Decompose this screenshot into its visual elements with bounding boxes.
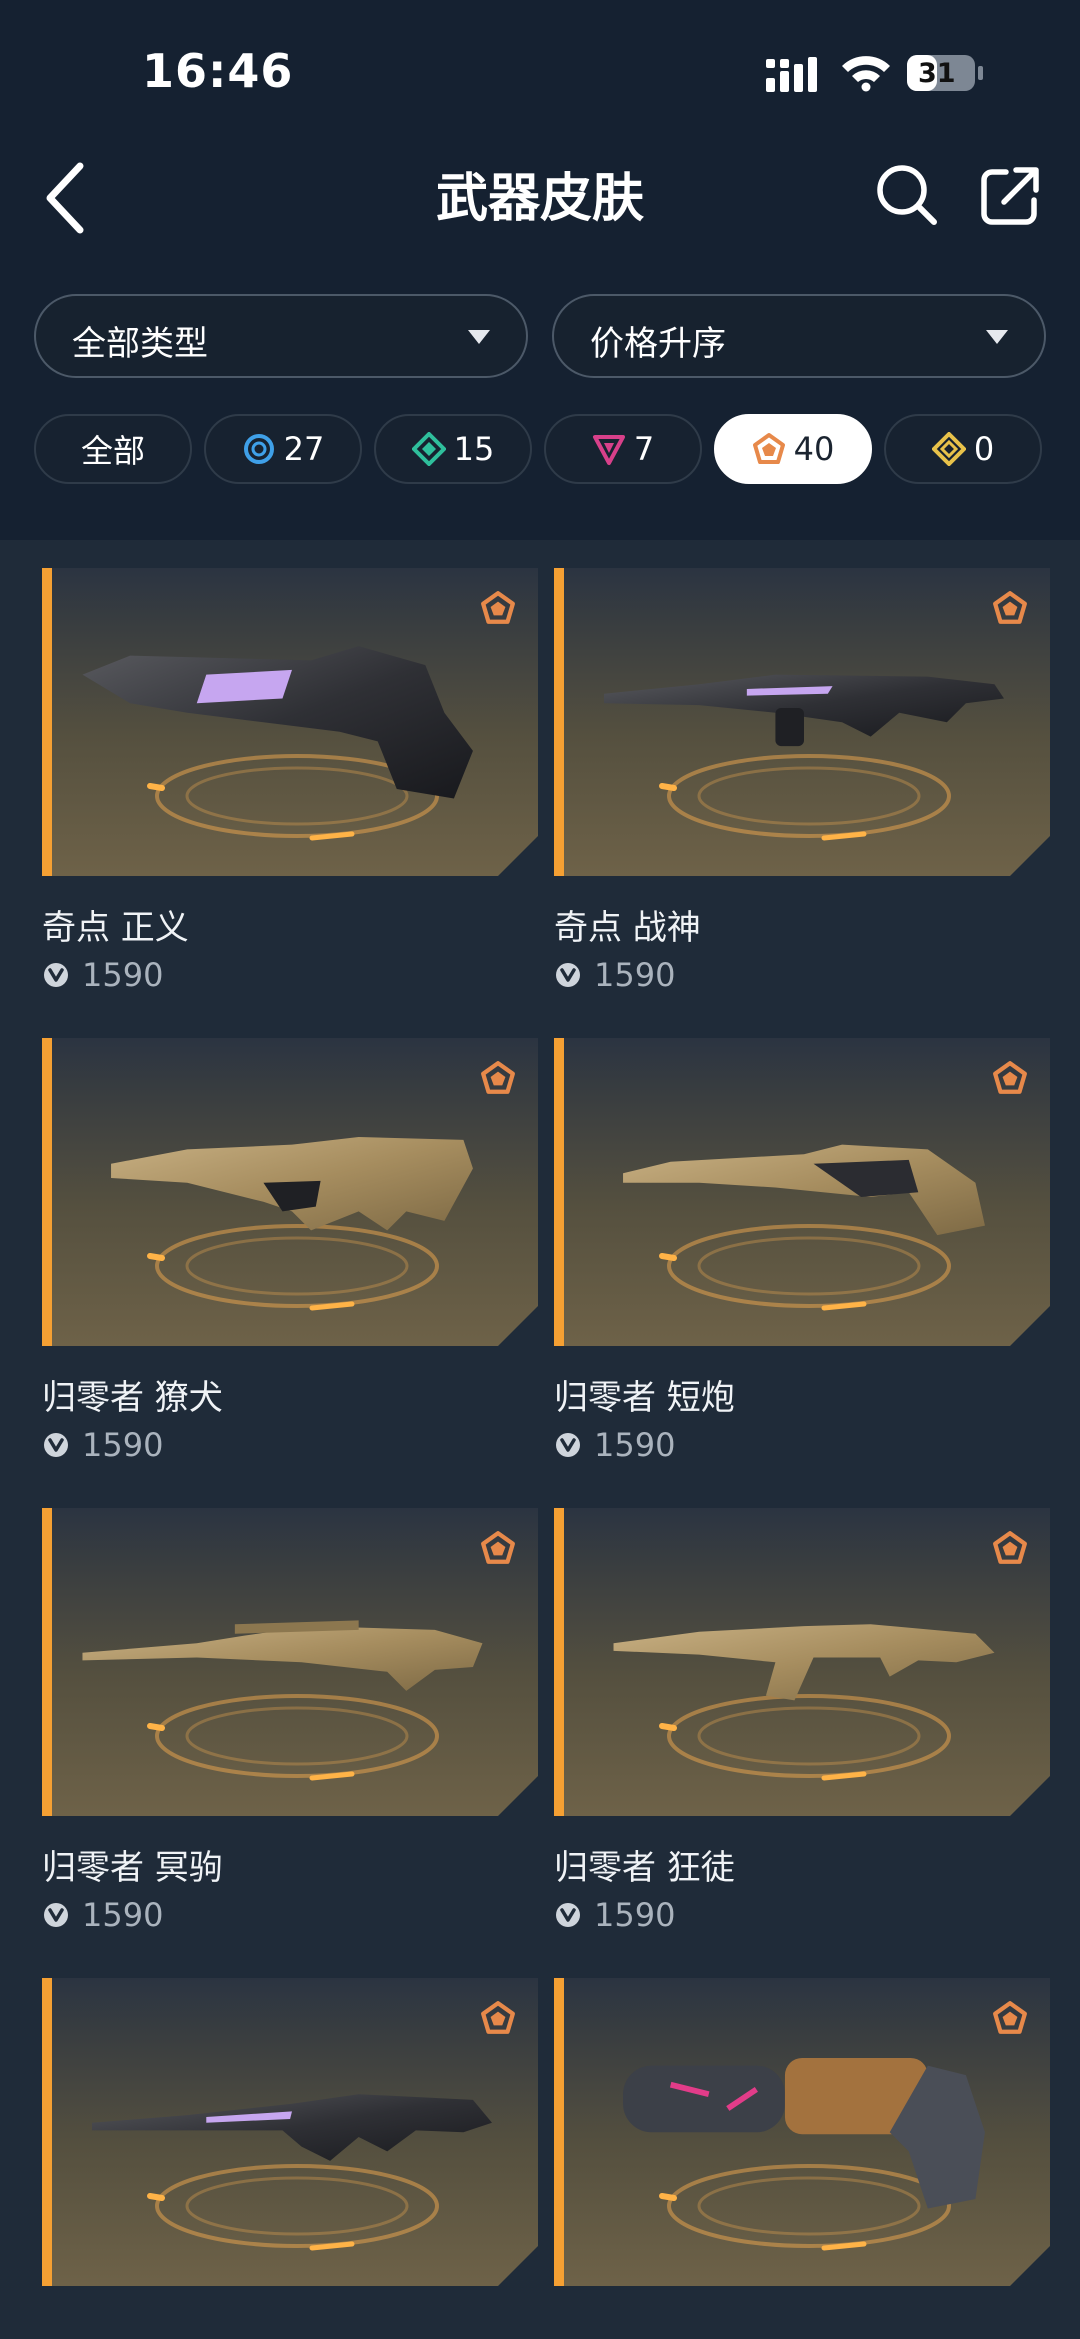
skin-price: 1590 [554, 1896, 675, 1934]
rarity-stripe [42, 1038, 52, 1346]
sort-dropdown[interactable]: 价格升序 [552, 294, 1046, 378]
skin-card[interactable] [554, 1508, 1050, 1816]
exclusive-tier-icon [752, 433, 785, 464]
tier-chip-label: 0 [973, 430, 995, 468]
tier-chip-all[interactable]: 全部 [34, 414, 192, 484]
ultra-tier-icon [931, 432, 966, 466]
wifi-icon [842, 56, 890, 92]
nav-bar: 武器皮肤 [0, 140, 1080, 260]
tier-chip-select[interactable]: 27 [204, 414, 362, 484]
chevron-down-icon [468, 330, 490, 344]
sort-label: 价格升序 [590, 324, 726, 364]
vp-currency-icon [44, 1903, 68, 1927]
type-filter-dropdown[interactable]: 全部类型 [34, 294, 528, 378]
select-tier-icon [243, 434, 274, 464]
vp-currency-icon [556, 1903, 580, 1927]
vp-currency-icon [556, 1433, 580, 1457]
rarity-stripe [554, 568, 564, 876]
skin-card[interactable] [42, 1978, 538, 2286]
vp-currency-icon [556, 963, 580, 987]
skin-price: 1590 [42, 956, 163, 994]
search-icon[interactable] [872, 160, 942, 230]
vp-currency-icon [44, 963, 68, 987]
skin-price-value: 1590 [82, 956, 164, 994]
skin-name: 归零者 狂徒 [554, 1848, 735, 1888]
weapon-skin-image [613, 1624, 995, 1701]
skin-price: 1590 [554, 956, 675, 994]
tier-chip-label: 7 [633, 430, 655, 468]
skin-price-value: 1590 [82, 1896, 164, 1934]
rarity-stripe [554, 1978, 564, 2286]
cellular-signal-icon [766, 57, 817, 92]
tier-chip-label: 40 [793, 430, 835, 468]
rarity-stripe [42, 1508, 52, 1816]
tier-chip-premium[interactable]: 7 [544, 414, 702, 484]
vp-currency-icon [44, 1433, 68, 1457]
weapon-skin-image [623, 1144, 985, 1236]
skin-price-value: 1590 [82, 1426, 164, 1464]
skin-card[interactable] [554, 1978, 1050, 2286]
skin-price: 1590 [554, 1426, 675, 1464]
skin-name: 归零者 冥驹 [42, 1848, 223, 1888]
tier-chip-label: 15 [453, 430, 495, 468]
skin-card[interactable] [554, 1038, 1050, 1346]
skin-price-value: 1590 [594, 1426, 676, 1464]
skin-name: 归零者 短炮 [554, 1378, 735, 1418]
battery-indicator: 31 [906, 54, 986, 92]
rarity-stripe [42, 568, 52, 876]
weapon-skin-image [604, 674, 1004, 747]
skin-card[interactable] [42, 568, 538, 876]
skin-name: 奇点 战神 [554, 908, 701, 948]
tier-chip-deluxe[interactable]: 15 [374, 414, 532, 484]
skin-card[interactable] [42, 1508, 538, 1816]
skin-card[interactable] [554, 568, 1050, 876]
type-filter-label: 全部类型 [72, 324, 208, 364]
weapon-skin-image [82, 646, 473, 799]
weapon-skin-image [111, 1137, 473, 1231]
skin-price-value: 1590 [594, 956, 676, 994]
rarity-stripe [554, 1508, 564, 1816]
rarity-stripe [42, 1978, 52, 2286]
status-bar: 16:46 31 [0, 0, 1080, 140]
tier-chip-ultra[interactable]: 0 [884, 414, 1042, 484]
skin-price-value: 1590 [594, 1896, 676, 1934]
rarity-stripe [554, 1038, 564, 1346]
share-external-icon[interactable] [976, 160, 1046, 230]
skin-price: 1590 [42, 1426, 163, 1464]
weapon-skin-image [82, 1620, 483, 1691]
chevron-down-icon [986, 330, 1008, 344]
skin-price: 1590 [42, 1896, 163, 1934]
premium-tier-icon [592, 435, 625, 465]
tier-chip-label: 全部 [80, 432, 145, 470]
status-time: 16:46 [142, 44, 294, 98]
weapon-skin-image [92, 2094, 492, 2161]
skin-card[interactable] [42, 1038, 538, 1346]
weapon-skin-image [623, 2058, 985, 2209]
tier-chip-label: 27 [283, 430, 325, 468]
battery-level: 31 [918, 58, 956, 89]
tier-chip-exclusive[interactable]: 40 [714, 414, 872, 484]
skin-name: 奇点 正义 [42, 908, 189, 948]
skin-name: 归零者 獠犬 [42, 1378, 223, 1418]
deluxe-tier-icon [411, 432, 446, 466]
